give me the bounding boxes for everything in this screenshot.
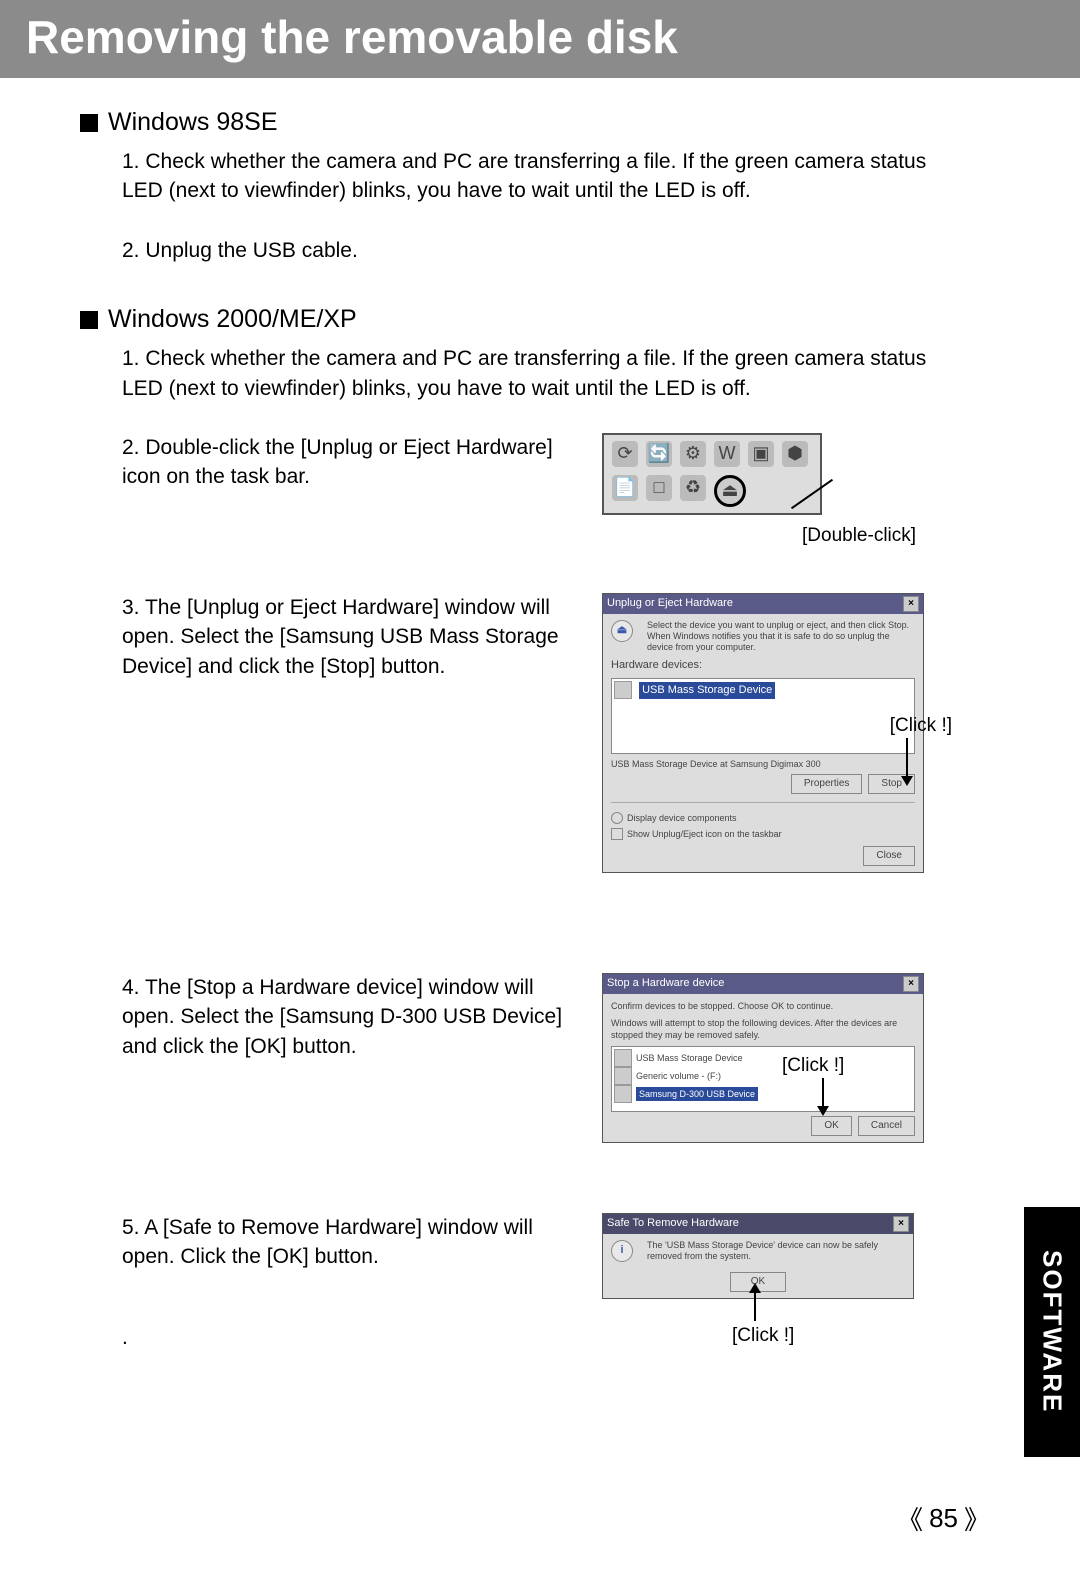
radio-icon[interactable]	[611, 812, 623, 824]
arrow-icon	[754, 1291, 756, 1321]
step-text: 2. Unplug the USB cable.	[122, 236, 1020, 265]
figure-unplug-dialog: Unplug or Eject Hardware × ⏏ Select the …	[602, 593, 932, 933]
option-text: Show Unplug/Eject icon on the taskbar	[627, 829, 782, 839]
step-row: 4. The [Stop a Hardware device] window w…	[122, 973, 1020, 1173]
tray-icon: ♻	[680, 475, 706, 501]
section2-steps: 1. Check whether the camera and PC are t…	[122, 344, 1020, 1352]
button-row: Properties Stop	[611, 774, 915, 794]
tray-icon: ▣	[748, 441, 774, 467]
device-icon	[614, 681, 632, 699]
cancel-button[interactable]: Cancel	[858, 1116, 915, 1136]
dialog-title-text: Unplug or Eject Hardware	[607, 596, 733, 611]
tray-icon: ⟳	[612, 441, 638, 467]
properties-button[interactable]: Properties	[791, 774, 863, 794]
caption-click: [Click !]	[782, 1053, 844, 1080]
close-icon[interactable]: ×	[903, 596, 919, 612]
close-icon[interactable]: ×	[903, 976, 919, 992]
device-status: USB Mass Storage Device at Samsung Digim…	[611, 758, 915, 771]
page-num-left-bracket: 《	[897, 1500, 923, 1537]
caption-click: [Click !]	[732, 1323, 794, 1350]
checkbox-icon[interactable]	[611, 828, 623, 840]
page-title: Removing the removable disk	[0, 0, 1080, 78]
dialog-title-text: Stop a Hardware device	[607, 976, 724, 991]
arrow-icon	[906, 738, 908, 778]
figure-taskbar: ⟳ 🔄 ⚙ W ▣ ⬢ 📄 □ ♻ ⏏ [Double-click]	[602, 433, 932, 553]
caption-double-click: [Double-click]	[802, 523, 916, 550]
arrow-icon	[822, 1078, 824, 1108]
page-number: 《 85 》	[897, 1500, 990, 1537]
side-tab-software: SOFTWARE	[1024, 1207, 1080, 1457]
tray-icon: 🔄	[646, 441, 672, 467]
tray-icon: ⚙	[680, 441, 706, 467]
caption-click: [Click !]	[890, 713, 952, 740]
option-text: Display device components	[627, 813, 737, 823]
step-text: 5. A [Safe to Remove Hardware] window wi…	[122, 1213, 572, 1272]
taskbar-tray: ⟳ 🔄 ⚙ W ▣ ⬢ 📄 □ ♻ ⏏	[602, 433, 822, 515]
device-icon	[614, 1067, 632, 1085]
tray-icon: ⬢	[782, 441, 808, 467]
dialog-title-text: Safe To Remove Hardware	[607, 1216, 739, 1231]
dialog-label: Hardware devices:	[611, 658, 915, 673]
dialog-titlebar: Safe To Remove Hardware ×	[603, 1214, 913, 1234]
bullet-icon	[80, 311, 98, 329]
dialog-body: Confirm devices to be stopped. Choose OK…	[603, 994, 923, 1142]
step-row: 3. The [Unplug or Eject Hardware] window…	[122, 593, 1020, 933]
figure-safe-dialog: Safe To Remove Hardware × i The 'USB Mas…	[602, 1213, 932, 1353]
tray-icon: 📄	[612, 475, 638, 501]
step-text: 1. Check whether the camera and PC are t…	[122, 344, 952, 403]
ok-button[interactable]: OK	[811, 1116, 851, 1136]
device-list[interactable]: USB Mass Storage Device Generic volume -…	[611, 1046, 915, 1112]
device-item[interactable]: USB Mass Storage Device	[639, 682, 775, 699]
step-text: 3. The [Unplug or Eject Hardware] window…	[122, 593, 572, 681]
step-text: 4. The [Stop a Hardware device] window w…	[122, 973, 572, 1061]
tray-icon: W	[714, 441, 740, 467]
device-list[interactable]: USB Mass Storage Device	[611, 678, 915, 754]
section-heading-label: Windows 2000/ME/XP	[108, 305, 357, 334]
page: Removing the removable disk Windows 98SE…	[0, 0, 1080, 1577]
section-heading-label: Windows 98SE	[108, 108, 278, 137]
button-row: OK Cancel	[611, 1116, 915, 1136]
eject-hardware-icon[interactable]: ⏏	[714, 475, 746, 507]
step-row: 2. Double-click the [Unplug or Eject Har…	[122, 433, 1020, 553]
step-text: 1. Check whether the camera and PC are t…	[122, 147, 952, 206]
eject-dialog-icon: ⏏	[611, 620, 633, 642]
close-icon[interactable]: ×	[893, 1216, 909, 1232]
info-icon: i	[611, 1240, 633, 1262]
device-icon	[614, 1049, 632, 1067]
dialog-hint: Select the device you want to unplug or …	[647, 620, 915, 652]
section-heading-2000: Windows 2000/ME/XP	[80, 305, 1020, 334]
button-row: Close	[611, 846, 915, 866]
device-icon	[614, 1085, 632, 1103]
dialog-body: ⏏ Select the device you want to unplug o…	[603, 614, 923, 872]
dialog-message: The 'USB Mass Storage Device' device can…	[647, 1240, 905, 1262]
page-num-right-bracket: 》	[964, 1500, 990, 1537]
section-heading-98se: Windows 98SE	[80, 108, 1020, 137]
device-item[interactable]: Generic volume - (F:)	[636, 1071, 721, 1081]
device-item[interactable]: Samsung D-300 USB Device	[636, 1087, 758, 1102]
dialog-stop: Stop a Hardware device × Confirm devices…	[602, 973, 924, 1143]
tray-icon: □	[646, 475, 672, 501]
section1-steps: 1. Check whether the camera and PC are t…	[122, 147, 1020, 265]
page-number-value: 85	[929, 1503, 958, 1534]
dialog-hint2: Windows will attempt to stop the followi…	[611, 1017, 915, 1042]
close-button[interactable]: Close	[863, 846, 915, 866]
figure-stop-dialog: Stop a Hardware device × Confirm devices…	[602, 973, 932, 1173]
dialog-hint: Confirm devices to be stopped. Choose OK…	[611, 1000, 915, 1013]
device-item[interactable]: USB Mass Storage Device	[636, 1053, 743, 1063]
step-text: 2. Double-click the [Unplug or Eject Har…	[122, 433, 572, 492]
dialog-titlebar: Stop a Hardware device ×	[603, 974, 923, 994]
bullet-icon	[80, 114, 98, 132]
dialog-titlebar: Unplug or Eject Hardware ×	[603, 594, 923, 614]
dialog-unplug: Unplug or Eject Hardware × ⏏ Select the …	[602, 593, 924, 873]
